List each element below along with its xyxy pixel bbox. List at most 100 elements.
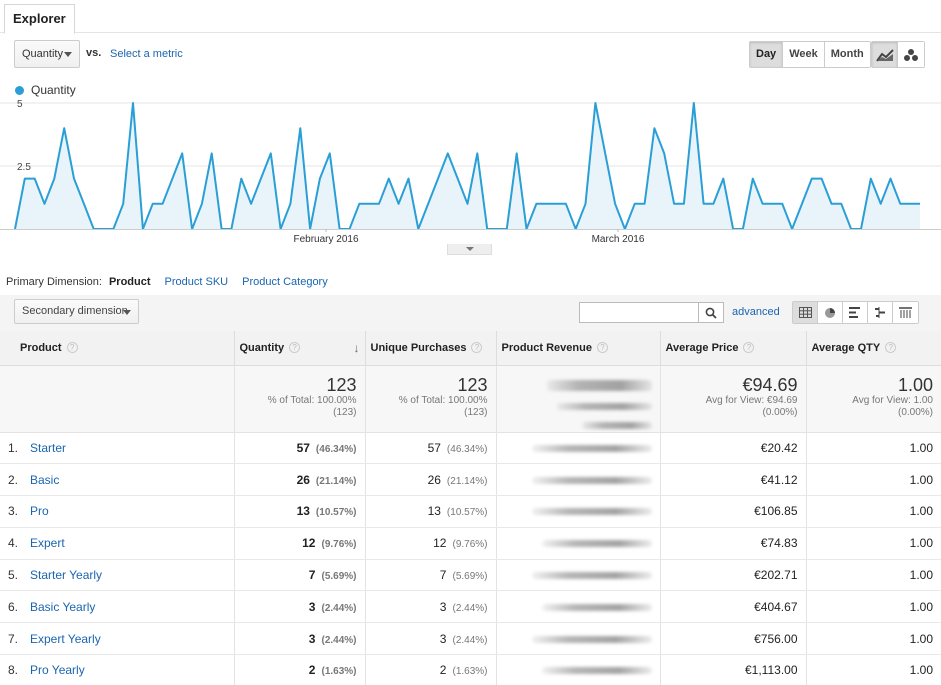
column-header-product[interactable]: Product? — [0, 331, 235, 366]
totals-row: 123 % of Total: 100.00% (123) 123 % of T… — [0, 365, 941, 433]
product-revenue-cell — [496, 527, 661, 560]
tab-explorer[interactable]: Explorer — [4, 4, 75, 34]
average-price-cell: €41.12 — [660, 463, 807, 497]
view-data-table-button[interactable] — [793, 302, 818, 323]
product-link[interactable]: Pro Yearly — [30, 663, 85, 677]
x-tick-label: March 2016 — [592, 234, 645, 245]
unique-purchases-cell: 13 (10.57%) — [365, 495, 497, 528]
bar-list-icon — [849, 307, 860, 318]
average-qty-cell: 1.00 — [806, 495, 941, 528]
total-delta: (0.00%) — [762, 406, 798, 418]
quantity-cell: 13 (10.57%) — [234, 495, 366, 528]
unique-purchases-value: 26 — [427, 472, 441, 487]
product-link[interactable]: Expert Yearly — [30, 632, 101, 646]
redacted-value — [531, 444, 652, 452]
product-link[interactable]: Basic — [30, 473, 59, 487]
unique-purchases-value: 3 — [439, 631, 447, 646]
product-link[interactable]: Pro — [30, 504, 49, 518]
caret-down-icon — [123, 310, 131, 315]
help-icon[interactable]: ? — [885, 342, 897, 354]
average-qty-value: 1.00 — [909, 536, 933, 551]
product-link[interactable]: Basic Yearly — [30, 600, 95, 614]
view-pie-button[interactable] — [818, 302, 843, 323]
quantity-line-chart: 5 2.5 February 2016 March 2016 — [0, 99, 941, 245]
caret-down-icon — [64, 52, 72, 57]
select-metric-link[interactable]: Select a metric — [110, 48, 183, 60]
secondary-dimension-label: Secondary dimension — [22, 305, 128, 317]
quantity-cell: 3 (2.44%) — [234, 622, 366, 656]
secondary-dimension-dropdown[interactable]: Secondary dimension — [14, 299, 139, 324]
primary-dimension-label: Primary Dimension: — [6, 276, 102, 288]
total-absolute: (123) — [464, 406, 488, 418]
report-tab-bar: Explorer — [0, 0, 941, 34]
quantity-cell: 7 (5.69%) — [234, 559, 366, 592]
pivot-table-icon — [899, 307, 912, 318]
redacted-value — [581, 421, 652, 429]
search-icon — [705, 307, 717, 319]
help-icon[interactable]: ? — [66, 342, 78, 354]
quantity-cell: 26 (21.14%) — [234, 463, 366, 497]
metric-dropdown-label: Quantity — [22, 48, 63, 60]
row-index: 7. — [8, 631, 19, 646]
column-header-label: Product — [20, 341, 62, 354]
column-header-label: Average QTY — [811, 341, 881, 354]
dimension-product-sku[interactable]: Product SKU — [165, 276, 229, 288]
average-price-cell: €106.85 — [660, 495, 807, 528]
totals-product-cell — [0, 365, 235, 433]
product-cell: 7. Expert Yearly — [0, 622, 235, 656]
product-revenue-cell — [496, 559, 661, 592]
chart-collapse-handle[interactable] — [447, 244, 492, 255]
product-revenue-cell — [496, 432, 661, 465]
dimension-product[interactable]: Product — [109, 276, 151, 288]
line-chart-button[interactable] — [872, 42, 898, 67]
advanced-filter-link[interactable]: advanced — [732, 306, 780, 318]
table-row: 2. Basic 26 (21.14%) 26 (21.14%) €41.12 1.00 — [0, 463, 941, 497]
row-index: 4. — [8, 536, 19, 551]
period-month-button[interactable]: Month — [824, 42, 870, 67]
average-qty-cell: 1.00 — [806, 527, 941, 560]
product-link[interactable]: Expert — [30, 536, 65, 550]
metric-dropdown[interactable]: Quantity — [14, 40, 80, 68]
help-icon[interactable]: ? — [743, 342, 755, 354]
unique-purchases-cell: 7 (5.69%) — [365, 559, 497, 592]
help-icon[interactable]: ? — [596, 342, 608, 354]
totals-avg-qty-cell: 1.00 Avg for View: 1.00 (0.00%) — [806, 365, 941, 433]
unique-purchases-value: 13 — [427, 504, 441, 519]
total-value: €94.69 — [742, 374, 798, 395]
average-price-value: €41.12 — [760, 472, 798, 487]
view-pivot-button[interactable] — [893, 302, 918, 323]
quantity-value: 13 — [296, 504, 310, 519]
totals-quantity-cell: 123 % of Total: 100.00% (123) — [234, 365, 366, 433]
search-button[interactable] — [699, 302, 724, 323]
period-day-button[interactable]: Day — [750, 42, 784, 67]
column-header-product-revenue[interactable]: Product Revenue? — [496, 331, 661, 366]
motion-chart-button[interactable] — [898, 42, 924, 67]
total-percent: % of Total: 100.00% — [398, 394, 488, 406]
period-week-button[interactable]: Week — [783, 42, 825, 67]
product-link[interactable]: Starter Yearly — [30, 568, 102, 582]
unique-purchases-cell: 26 (21.14%) — [365, 463, 497, 497]
view-comparison-button[interactable] — [868, 302, 893, 323]
table-search-input[interactable] — [579, 302, 699, 323]
column-header-average-qty[interactable]: Average QTY? — [806, 331, 941, 366]
collapse-arrow-icon — [465, 247, 474, 251]
unique-purchases-percent: (1.63%) — [452, 666, 488, 678]
help-icon[interactable]: ? — [471, 342, 483, 354]
column-header-average-price[interactable]: Average Price? — [660, 331, 807, 366]
average-price-value: €404.67 — [754, 599, 798, 614]
average-price-value: €106.85 — [754, 504, 798, 519]
product-link[interactable]: Starter — [30, 441, 66, 455]
table-row: 1. Starter 57 (46.34%) 57 (46.34%) €20.42 1.00 — [0, 432, 941, 465]
column-header-unique-purchases[interactable]: Unique Purchases? — [365, 331, 497, 366]
grid-table-icon — [798, 307, 812, 318]
row-index: 3. — [8, 504, 19, 519]
total-avg-for-view: Avg for View: €94.69 — [705, 394, 798, 406]
dimension-product-category[interactable]: Product Category — [242, 276, 328, 288]
redacted-value — [531, 476, 652, 484]
table-controls: Secondary dimension advanced — [0, 295, 941, 331]
totals-revenue-cell — [496, 365, 661, 433]
help-icon[interactable]: ? — [289, 342, 301, 354]
view-performance-button[interactable] — [843, 302, 868, 323]
row-index: 1. — [8, 440, 19, 455]
column-header-quantity[interactable]: Quantity? ↓ — [234, 331, 366, 366]
